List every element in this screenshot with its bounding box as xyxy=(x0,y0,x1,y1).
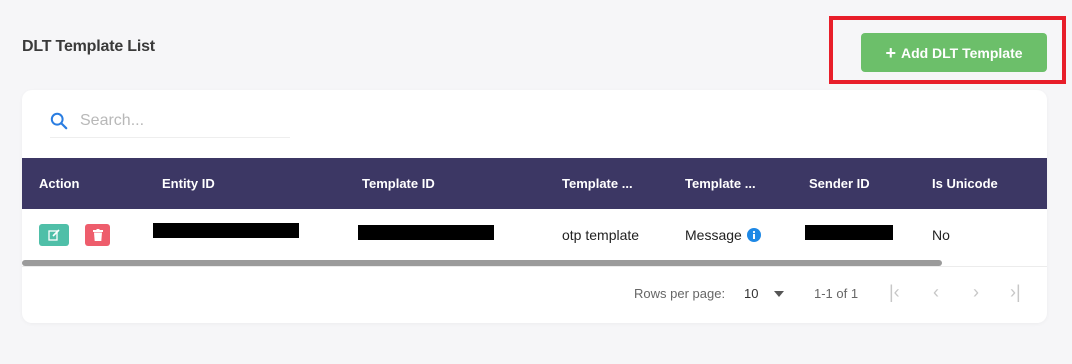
template-type-cell: Message xyxy=(685,209,761,261)
edit-icon xyxy=(48,229,60,241)
info-icon[interactable] xyxy=(746,228,761,242)
page-title: DLT Template List xyxy=(22,38,155,55)
plus-icon: + xyxy=(885,42,896,63)
add-button-label: Add DLT Template xyxy=(900,44,1023,61)
template-id-cell: [redacted] xyxy=(358,225,494,240)
sender-id-cell: [redacted] xyxy=(805,225,893,240)
search-icon xyxy=(50,112,68,129)
edit-button[interactable] xyxy=(39,224,69,246)
template-name-cell: otp template xyxy=(562,227,640,243)
column-header-template-type[interactable]: Template ... xyxy=(685,158,756,209)
trash-icon xyxy=(92,229,103,241)
add-dlt-template-button[interactable]: + Add DLT Template xyxy=(861,33,1047,72)
first-page-icon[interactable]: |‹ xyxy=(889,282,900,303)
rows-per-page-select[interactable]: 10 xyxy=(744,286,785,301)
column-header-sender-id[interactable]: Sender ID xyxy=(809,158,870,209)
next-page-icon[interactable]: › xyxy=(973,282,979,303)
template-type-text: Message xyxy=(685,227,742,243)
column-header-template-id[interactable]: Template ID xyxy=(362,158,435,209)
caret-down-icon xyxy=(774,290,785,297)
column-header-entity-id[interactable]: Entity ID xyxy=(162,158,215,209)
table-divider xyxy=(22,266,1047,267)
delete-button[interactable] xyxy=(85,224,110,246)
page-range: 1-1 of 1 xyxy=(814,286,859,301)
last-page-icon[interactable]: ›| xyxy=(1010,282,1021,303)
pagination: Rows per page: 10 1-1 of 1 |‹ ‹ › ›| xyxy=(22,276,1047,312)
rows-per-page-label: Rows per page: xyxy=(634,286,726,301)
column-header-template-name[interactable]: Template ... xyxy=(562,158,633,209)
column-header-is-unicode[interactable]: Is Unicode xyxy=(932,158,998,209)
template-list-card: Action Entity ID Template ID Template ..… xyxy=(22,90,1047,323)
is-unicode-cell: No xyxy=(932,227,950,243)
table-row: [redacted] [redacted] otp template Messa… xyxy=(22,209,1047,261)
table-header: Action Entity ID Template ID Template ..… xyxy=(22,158,1047,209)
entity-id-cell: [redacted] xyxy=(153,223,299,238)
search-input[interactable] xyxy=(80,111,280,130)
rows-per-page-value: 10 xyxy=(744,286,759,301)
search-bar xyxy=(50,104,290,138)
column-header-action[interactable]: Action xyxy=(39,158,79,209)
prev-page-icon[interactable]: ‹ xyxy=(933,282,939,303)
